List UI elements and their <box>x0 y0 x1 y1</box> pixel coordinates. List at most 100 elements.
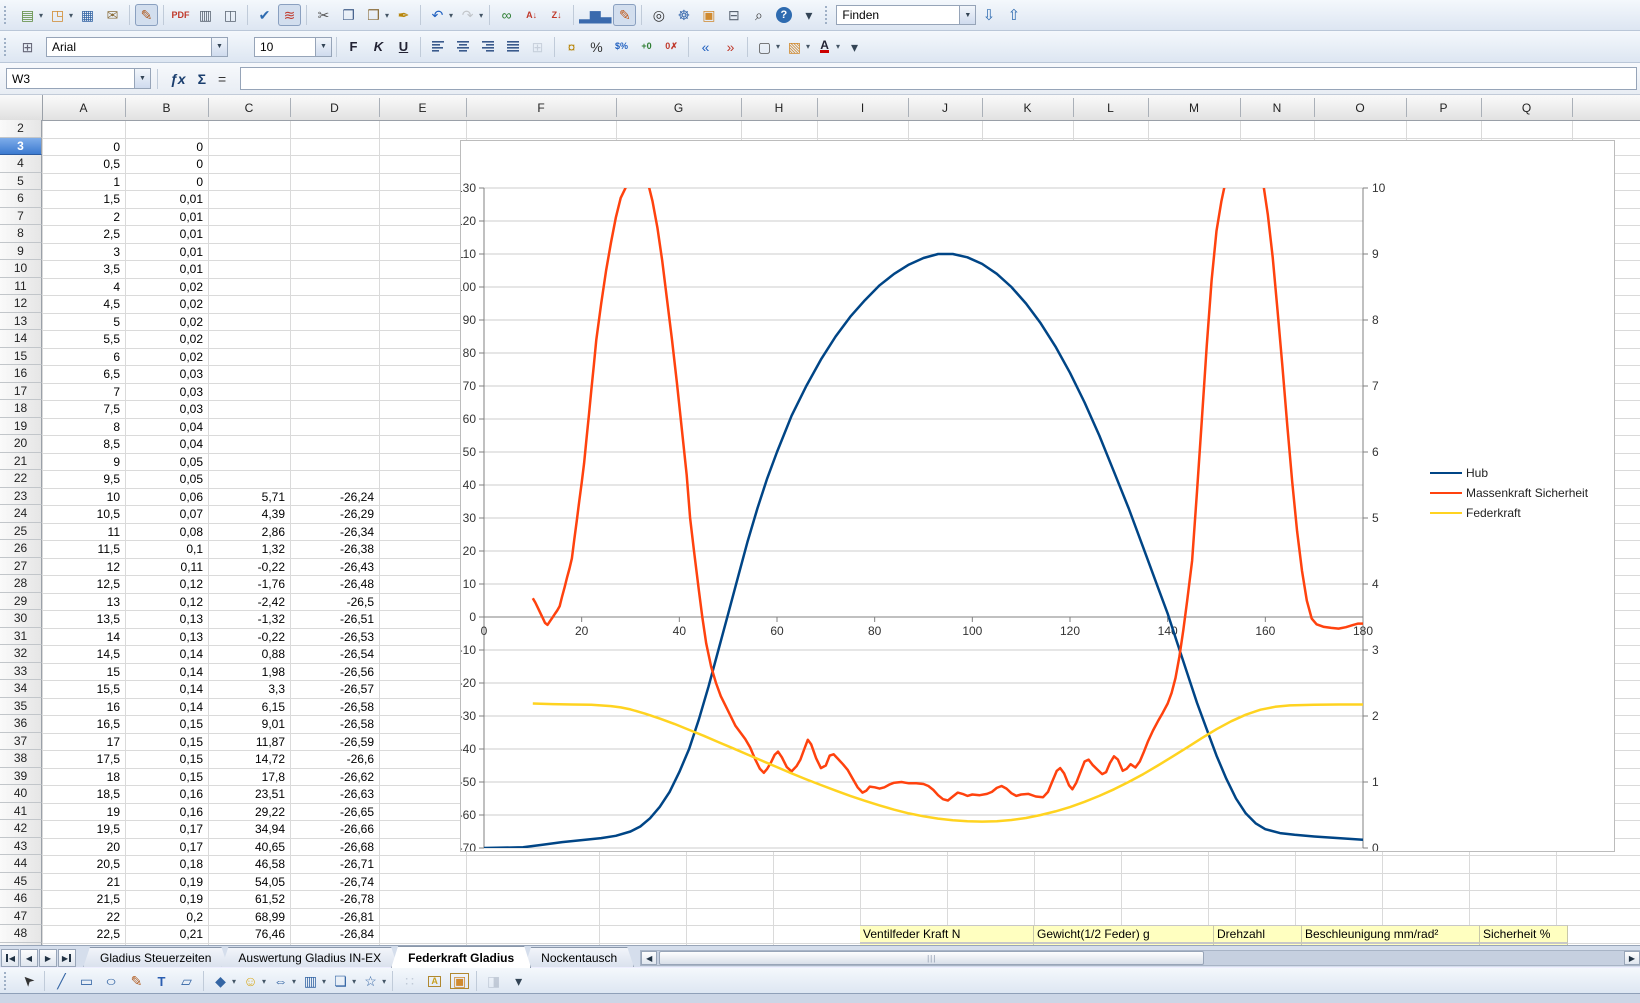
paste-icon[interactable]: ❒ <box>362 4 385 26</box>
ellipse-icon[interactable]: ○ <box>100 970 123 992</box>
cell-B7[interactable]: 0,01 <box>125 210 203 224</box>
cell-C44[interactable]: 46,58 <box>208 857 285 871</box>
row-header-3[interactable]: 3 <box>0 138 42 156</box>
cell-B48[interactable]: 0,21 <box>125 927 203 941</box>
cell-D28[interactable]: -26,48 <box>290 577 374 591</box>
yellow-header-cell[interactable]: Drehzahl <box>1214 925 1302 943</box>
row-header-18[interactable]: 18 <box>0 400 42 418</box>
cell-B47[interactable]: 0,2 <box>125 910 203 924</box>
cell-A48[interactable]: 22,5 <box>42 927 120 941</box>
cell-B9[interactable]: 0,01 <box>125 245 203 259</box>
yellow-header-cell[interactable]: Ventilfeder Kraft N <box>860 925 1034 943</box>
cell-C33[interactable]: 1,98 <box>208 665 285 679</box>
font-name-select[interactable]: Arial ▼ <box>46 37 228 57</box>
cell-C41[interactable]: 29,22 <box>208 805 285 819</box>
cell-A41[interactable]: 19 <box>42 805 120 819</box>
cell-B6[interactable]: 0,01 <box>125 192 203 206</box>
cell-C24[interactable]: 4,39 <box>208 507 285 521</box>
column-header-Q[interactable]: Q <box>1481 95 1572 120</box>
cell-B31[interactable]: 0,13 <box>125 630 203 644</box>
cell-C23[interactable]: 5,71 <box>208 490 285 504</box>
cell-C37[interactable]: 11,87 <box>208 735 285 749</box>
cell-B28[interactable]: 0,12 <box>125 577 203 591</box>
function-wizard-icon[interactable]: ƒx <box>170 71 186 87</box>
toolbar-overflow-icon[interactable]: ▾ <box>797 4 820 26</box>
percent-format-icon[interactable]: % <box>585 36 608 58</box>
merge-cells-icon[interactable]: ⊞ <box>526 36 549 58</box>
cell-C39[interactable]: 17,8 <box>208 770 285 784</box>
row-header-30[interactable]: 30 <box>0 610 42 628</box>
column-header-L[interactable]: L <box>1073 95 1148 120</box>
row-header-2[interactable]: 2 <box>0 120 42 138</box>
cell-A4[interactable]: 0,5 <box>42 157 120 171</box>
find-up-icon[interactable]: ⇧ <box>1002 4 1025 26</box>
cell-A37[interactable]: 17 <box>42 735 120 749</box>
toolbar-handle[interactable] <box>4 38 10 56</box>
formula-input[interactable] <box>240 67 1637 90</box>
new-document-icon[interactable]: ▤ <box>16 4 39 26</box>
cell-B18[interactable]: 0,03 <box>125 402 203 416</box>
row-header-9[interactable]: 9 <box>0 243 42 261</box>
line-icon[interactable]: ╱ <box>50 970 73 992</box>
fontwork-icon[interactable]: A <box>423 970 446 992</box>
cell-D41[interactable]: -26,65 <box>290 805 374 819</box>
cell-C42[interactable]: 34,94 <box>208 822 285 836</box>
row-header-42[interactable]: 42 <box>0 820 42 838</box>
draw-functions-icon[interactable]: ✎ <box>613 4 636 26</box>
cell-A45[interactable]: 21 <box>42 875 120 889</box>
find-down-icon[interactable]: ⇩ <box>977 4 1000 26</box>
cell-B34[interactable]: 0,14 <box>125 682 203 696</box>
yellow-header-cell[interactable]: Beschleunigung mm/rad² <box>1302 925 1480 943</box>
row-header-8[interactable]: 8 <box>0 225 42 243</box>
cell-C27[interactable]: -0,22 <box>208 560 285 574</box>
cell-B21[interactable]: 0,05 <box>125 455 203 469</box>
text-box-icon[interactable]: T <box>150 970 173 992</box>
find-input[interactable]: Finden▼ <box>836 5 976 25</box>
cell-C30[interactable]: -1,32 <box>208 612 285 626</box>
row-header-37[interactable]: 37 <box>0 733 42 751</box>
cell-A17[interactable]: 7 <box>42 385 120 399</box>
cell-B36[interactable]: 0,15 <box>125 717 203 731</box>
cell-C31[interactable]: -0,22 <box>208 630 285 644</box>
cell-A43[interactable]: 20 <box>42 840 120 854</box>
cell-B42[interactable]: 0,17 <box>125 822 203 836</box>
flowchart-icon[interactable]: ▥ <box>299 970 322 992</box>
cell-B15[interactable]: 0,02 <box>125 350 203 364</box>
row-header-11[interactable]: 11 <box>0 278 42 296</box>
column-header-B[interactable]: B <box>125 95 208 120</box>
cell-B23[interactable]: 0,06 <box>125 490 203 504</box>
cell-A29[interactable]: 13 <box>42 595 120 609</box>
cell-C26[interactable]: 1,32 <box>208 542 285 556</box>
equals-icon[interactable]: = <box>218 71 226 87</box>
cell-B43[interactable]: 0,17 <box>125 840 203 854</box>
cell-A15[interactable]: 6 <box>42 350 120 364</box>
cell-A22[interactable]: 9,5 <box>42 472 120 486</box>
cell-D40[interactable]: -26,63 <box>290 787 374 801</box>
cell-B27[interactable]: 0,11 <box>125 560 203 574</box>
cell-D36[interactable]: -26,58 <box>290 717 374 731</box>
row-header-23[interactable]: 23 <box>0 488 42 506</box>
row-header-33[interactable]: 33 <box>0 663 42 681</box>
column-header-J[interactable]: J <box>908 95 982 120</box>
sheet-tab-nockentausch[interactable]: Nockentausch <box>524 947 634 968</box>
cell-B17[interactable]: 0,03 <box>125 385 203 399</box>
row-header-27[interactable]: 27 <box>0 558 42 576</box>
copy-icon[interactable]: ❐ <box>337 4 360 26</box>
toolbar-overflow-icon[interactable]: ▾ <box>507 970 530 992</box>
cell-B25[interactable]: 0,08 <box>125 525 203 539</box>
row-header-40[interactable]: 40 <box>0 785 42 803</box>
cell-B40[interactable]: 0,16 <box>125 787 203 801</box>
cell-D34[interactable]: -26,57 <box>290 682 374 696</box>
column-header-F[interactable]: F <box>466 95 616 120</box>
sum-icon[interactable]: Σ <box>198 71 206 87</box>
row-header-25[interactable]: 25 <box>0 523 42 541</box>
cell-A33[interactable]: 15 <box>42 665 120 679</box>
cell-D42[interactable]: -26,66 <box>290 822 374 836</box>
cell-B44[interactable]: 0,18 <box>125 857 203 871</box>
gallery-icon[interactable]: ▣ <box>697 4 720 26</box>
extrusion-icon[interactable]: ◨ <box>482 970 505 992</box>
row-header-32[interactable]: 32 <box>0 645 42 663</box>
column-header-C[interactable]: C <box>208 95 290 120</box>
dropdown-arrow-icon[interactable]: ▾ <box>292 977 296 986</box>
row-header-26[interactable]: 26 <box>0 540 42 558</box>
